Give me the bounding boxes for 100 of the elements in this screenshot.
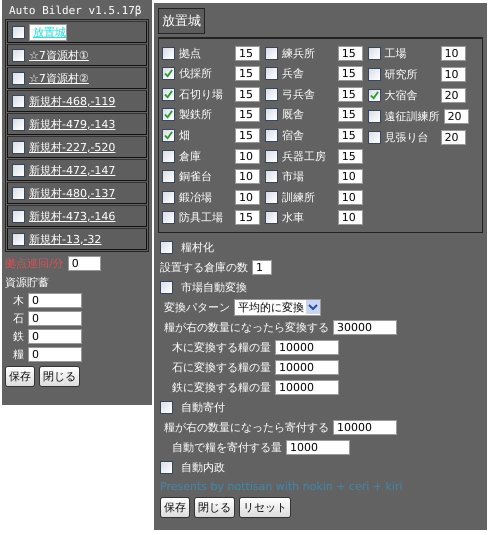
level-input[interactable]: 20 [444, 109, 469, 124]
village-link[interactable]: 新規村-227,-520 [29, 140, 116, 154]
building-label: 厩舎 [282, 107, 305, 122]
number-input[interactable]: 1000 [286, 440, 350, 454]
checkbox[interactable] [264, 67, 278, 80]
resource-input[interactable]: 0 [28, 311, 82, 326]
checkbox[interactable] [162, 88, 175, 101]
checkbox[interactable] [264, 88, 278, 101]
level-input[interactable]: 15 [235, 128, 260, 144]
village-link[interactable]: 新規村-13,-32 [29, 232, 102, 246]
patrol-input[interactable]: 0 [68, 256, 101, 271]
checkbox[interactable] [264, 211, 278, 224]
panel-title: Auto Bilder v1.5.17β [9, 4, 142, 17]
village-link[interactable]: ☆7資源村② [29, 70, 89, 86]
level-input[interactable]: 10 [440, 46, 466, 61]
checkbox[interactable] [160, 460, 173, 474]
checkbox[interactable] [162, 211, 175, 224]
field-label: 設置する倉庫の数 [160, 260, 248, 274]
checkbox[interactable] [12, 72, 25, 84]
level-input[interactable]: 10 [235, 169, 260, 184]
number-input[interactable]: 30000 [333, 320, 397, 334]
level-input[interactable]: 15 [235, 86, 260, 102]
panel-button[interactable]: 閉じる [39, 366, 80, 387]
village-link[interactable]: ☆7資源村① [29, 48, 89, 62]
level-input[interactable]: 15 [338, 148, 363, 164]
level-input[interactable]: 15 [235, 66, 260, 82]
checkbox[interactable] [162, 67, 175, 80]
checkbox[interactable] [162, 190, 175, 204]
checkbox[interactable] [264, 129, 278, 142]
level-input[interactable]: 15 [235, 210, 260, 226]
building-label: 兵舎 [282, 66, 305, 82]
level-input[interactable]: 10 [235, 148, 260, 164]
resource-label: 糧 [13, 347, 24, 362]
level-input[interactable]: 15 [235, 46, 260, 61]
checkbox[interactable] [264, 108, 278, 122]
level-input[interactable]: 15 [338, 107, 363, 122]
number-input[interactable]: 10000 [333, 420, 397, 434]
checkbox[interactable] [12, 186, 25, 200]
checkbox[interactable] [264, 150, 278, 163]
checkbox[interactable] [160, 280, 173, 294]
checkbox[interactable] [162, 129, 175, 142]
level-input[interactable]: 15 [338, 46, 363, 61]
checkbox[interactable] [368, 47, 381, 60]
resource-input[interactable]: 0 [28, 293, 82, 308]
level-input[interactable]: 10 [338, 190, 363, 205]
checkbox[interactable] [12, 94, 25, 108]
pattern-dropdown[interactable]: 平均的に変換 [234, 298, 321, 316]
checkbox[interactable] [264, 170, 278, 184]
village-link[interactable]: 新規村-480,-137 [29, 186, 116, 200]
panel-button[interactable]: 保存 [160, 497, 190, 518]
resource-input[interactable]: 0 [28, 347, 82, 362]
checkbox[interactable] [368, 89, 381, 102]
checkbox[interactable] [162, 108, 175, 122]
village-link[interactable]: 新規村-479,-143 [29, 116, 116, 132]
checkbox[interactable] [368, 68, 381, 81]
caret-icon [306, 300, 320, 314]
checkbox[interactable] [368, 131, 381, 144]
building-label: 遠征訓練所 [384, 109, 440, 124]
village-tab[interactable]: 放置城 [158, 8, 205, 34]
level-input[interactable]: 15 [338, 66, 363, 82]
resource-label: 鉄 [13, 329, 24, 344]
level-input[interactable]: 15 [338, 86, 363, 102]
level-input[interactable]: 10 [338, 169, 363, 184]
patrol-label: 拠点巡回/分 [5, 256, 64, 271]
village-link[interactable]: 新規村-473,-146 [29, 208, 116, 224]
village-link[interactable]: 新規村-472,-147 [29, 162, 116, 178]
checkbox[interactable] [160, 240, 173, 254]
level-input[interactable]: 15 [338, 128, 363, 144]
checkbox[interactable] [162, 170, 175, 184]
checkbox[interactable] [162, 46, 175, 60]
checkbox[interactable] [264, 190, 278, 204]
checkbox[interactable] [12, 232, 25, 246]
checkbox[interactable] [368, 110, 381, 123]
resource-input[interactable]: 0 [28, 329, 82, 344]
option-label: 市場自動変換 [181, 280, 247, 294]
number-input[interactable]: 10000 [275, 340, 339, 354]
number-input[interactable]: 10000 [275, 380, 339, 394]
option-label: 糧村化 [181, 240, 214, 254]
level-input[interactable]: 10 [440, 67, 466, 82]
checkbox[interactable] [160, 400, 173, 414]
level-input[interactable]: 10 [235, 190, 260, 205]
checkbox[interactable] [264, 46, 278, 60]
building-label: 訓練所 [282, 190, 316, 205]
panel-button[interactable]: 閉じる [194, 497, 235, 518]
checkbox[interactable] [12, 26, 25, 38]
village-link[interactable]: 新規村-468,-119 [29, 94, 116, 108]
level-input[interactable]: 20 [440, 130, 466, 145]
level-input[interactable]: 15 [235, 107, 260, 122]
checkbox[interactable] [12, 164, 25, 176]
panel-button[interactable]: リセット [239, 497, 291, 518]
level-input[interactable]: 20 [440, 88, 466, 103]
number-input[interactable]: 1 [252, 260, 272, 274]
checkbox[interactable] [12, 118, 25, 130]
level-input[interactable]: 10 [338, 210, 363, 226]
checkbox[interactable] [12, 140, 25, 154]
checkbox[interactable] [12, 48, 25, 62]
checkbox[interactable] [12, 210, 25, 222]
checkbox[interactable] [162, 150, 175, 163]
number-input[interactable]: 10000 [275, 360, 339, 374]
panel-button[interactable]: 保存 [5, 366, 35, 387]
